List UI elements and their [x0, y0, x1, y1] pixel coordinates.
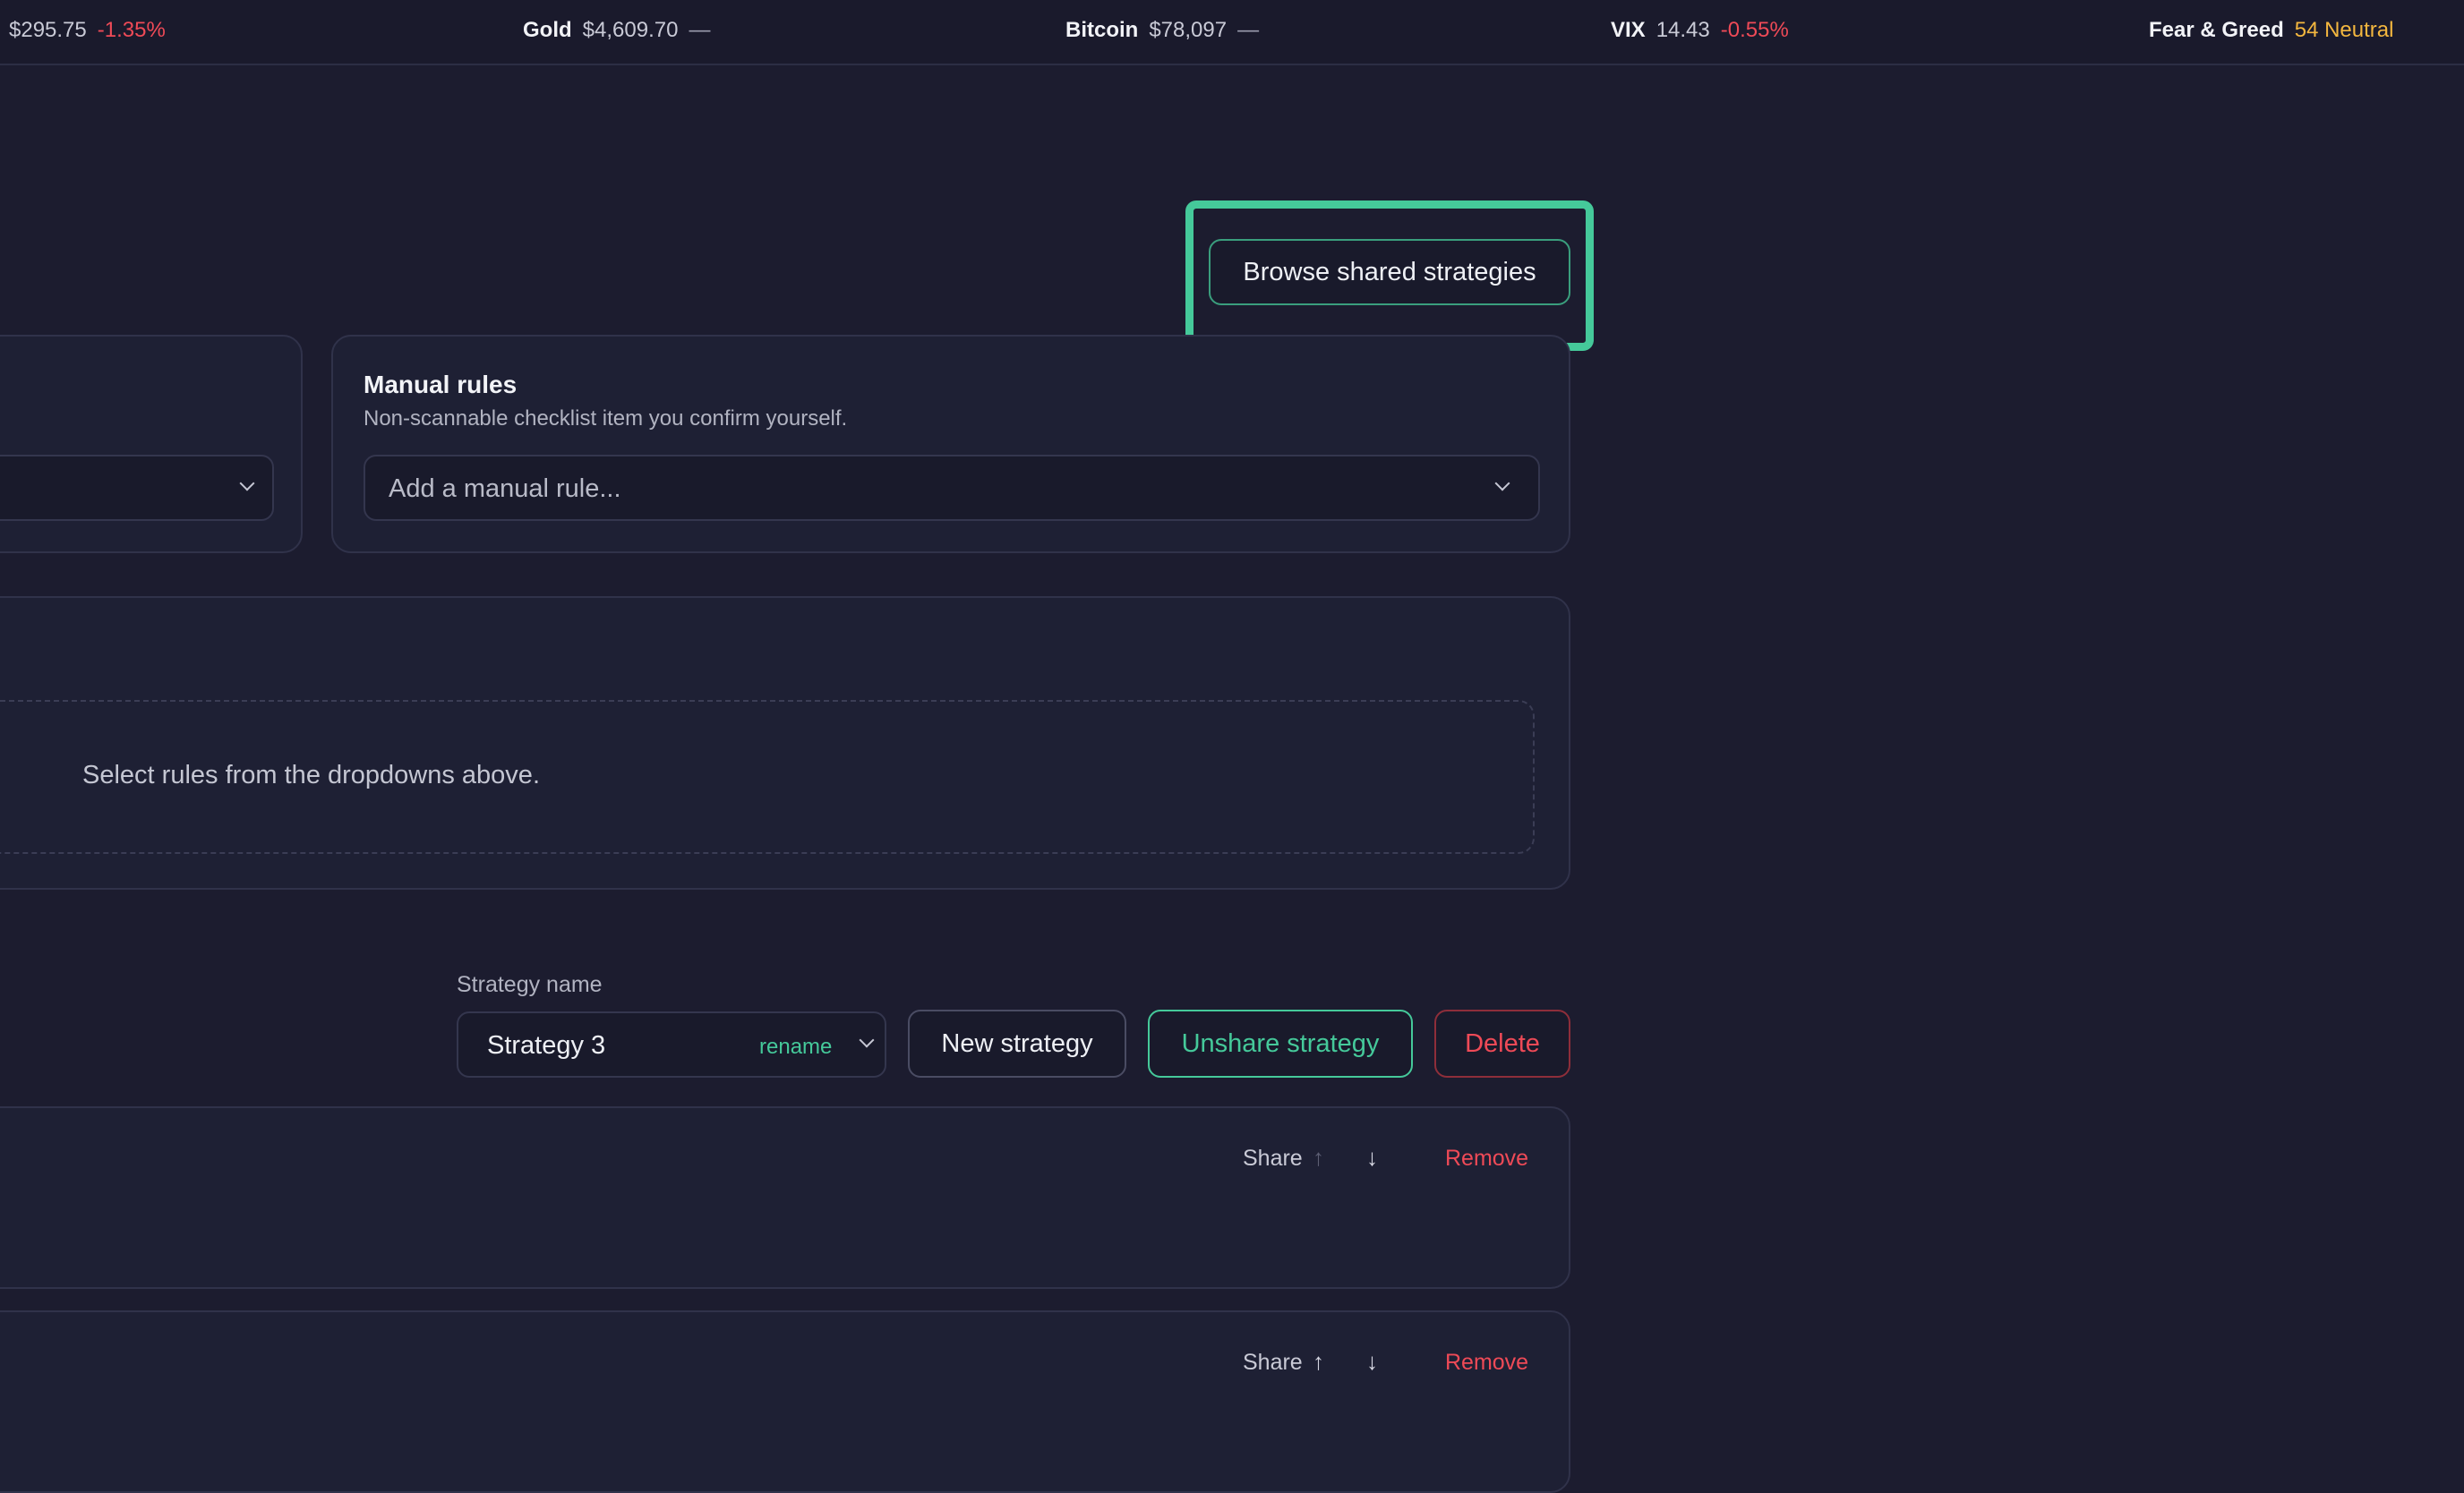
ticker-change: 54 Neutral: [2294, 18, 2394, 42]
remove-button[interactable]: Remove: [1445, 1350, 1528, 1376]
ticker-item-bitcoin: Bitcoin $78,097 —: [1065, 18, 1259, 43]
empty-rules-message: Select rules from the dropdowns above.: [82, 761, 540, 789]
move-up-icon[interactable]: ↑: [1313, 1144, 1324, 1172]
new-strategy-button[interactable]: New strategy: [908, 1010, 1126, 1078]
strategy-row: Share ↑ ↓ Remove: [0, 1310, 1570, 1493]
ticker-price: $295.75: [9, 18, 87, 42]
manual-rules-subtitle: Non-scannable checklist item you confirm…: [364, 406, 848, 431]
remove-button[interactable]: Remove: [1445, 1146, 1528, 1172]
ticker-price: 14.43: [1656, 18, 1710, 42]
browse-shared-strategies-button[interactable]: Browse shared strategies: [1209, 239, 1570, 305]
chevron-down-icon: [239, 475, 255, 491]
ticker-symbol: Gold: [523, 18, 572, 42]
ticker-item-vix: VIX 14.43 -0.55%: [1611, 18, 1789, 43]
rename-link[interactable]: rename: [759, 1035, 832, 1060]
delete-strategy-button[interactable]: Delete: [1434, 1010, 1570, 1078]
move-down-icon[interactable]: ↓: [1366, 1348, 1378, 1376]
move-up-icon[interactable]: ↑: [1313, 1348, 1324, 1376]
ticker-change: —: [689, 18, 711, 42]
rule-dropdown[interactable]: [0, 455, 274, 521]
share-button[interactable]: Share: [1243, 1350, 1303, 1376]
manual-rule-select[interactable]: Add a manual rule...: [364, 455, 1540, 521]
manual-rules-card: Manual rules Non-scannable checklist ite…: [331, 335, 1570, 553]
move-down-icon[interactable]: ↓: [1366, 1144, 1378, 1172]
strategy-select[interactable]: Strategy 3 rename: [457, 1011, 886, 1078]
chevron-down-icon: [1494, 475, 1510, 491]
rules-drop-zone: Select rules from the dropdowns above.: [0, 700, 1535, 854]
share-button[interactable]: Share: [1243, 1146, 1303, 1172]
manual-rule-placeholder: Add a manual rule...: [389, 474, 621, 503]
unshare-strategy-button[interactable]: Unshare strategy: [1148, 1010, 1413, 1078]
ticker-symbol: Fear & Greed: [2149, 18, 2284, 42]
chevron-down-icon: [859, 1032, 875, 1048]
ticker-price: $4,609.70: [582, 18, 679, 42]
strategy-row: Share ↑ ↓ Remove: [0, 1106, 1570, 1289]
ticker-item-gold: Gold $4,609.70 —: [523, 18, 710, 43]
selected-rules-card: Select rules from the dropdowns above.: [0, 596, 1570, 890]
ticker-symbol: Bitcoin: [1065, 18, 1139, 42]
ticker-bar: $295.75 -1.35% Gold $4,609.70 — Bitcoin $78,…: [0, 0, 2464, 65]
manual-rules-title: Manual rules: [364, 371, 518, 398]
ticker-symbol: VIX: [1611, 18, 1646, 42]
strategy-name-value: Strategy 3: [487, 1031, 606, 1060]
ticker-item-fear-greed: Fear & Greed 54 Neutral: [2149, 18, 2393, 43]
ticker-item: $295.75 -1.35%: [9, 18, 166, 43]
ticker-change: -1.35%: [97, 18, 166, 42]
ticker-change: -0.55%: [1720, 18, 1789, 42]
strategy-name-label: Strategy name: [457, 972, 603, 997]
ticker-price: $78,097: [1149, 18, 1228, 42]
ticker-change: —: [1237, 18, 1260, 42]
rules-card-left: [0, 335, 303, 553]
